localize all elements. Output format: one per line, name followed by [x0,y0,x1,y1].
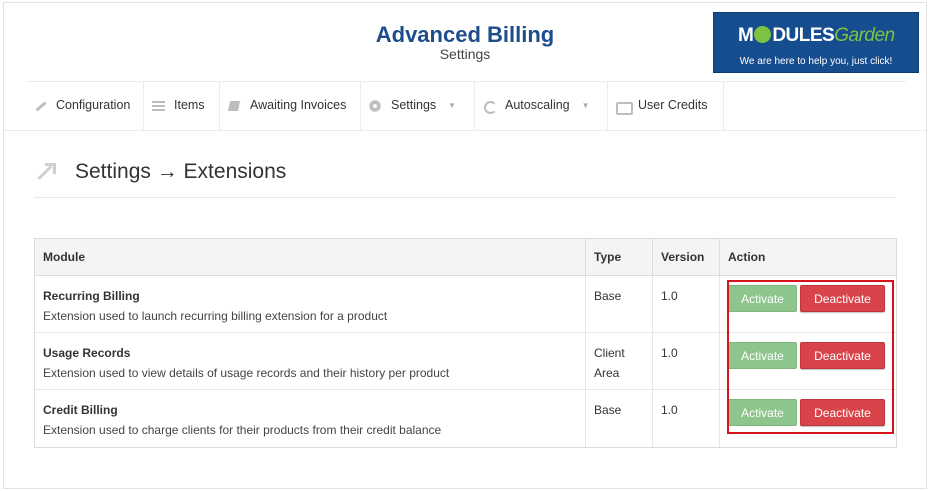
action-cell: Activate Deactivate [720,390,896,447]
table-header: Module Type Version Action [35,239,896,276]
nav-label: User Credits [638,98,708,112]
column-header-action: Action [728,250,766,264]
module-type: Client [594,346,625,360]
module-description: Extension used to charge clients for the… [43,423,442,437]
action-cell: Activate Deactivate [720,276,896,333]
money-icon [616,101,633,115]
action-cell: Activate Deactivate [720,333,896,390]
nav-item-items[interactable]: Items [144,82,220,130]
module-cell: Usage Records Extension used to view det… [35,333,586,390]
page-title: Settings → Extensions [75,160,287,183]
modulesgarden-logo[interactable]: M DULESGarden We are here to help you, ju… [713,12,919,73]
module-type: Base [594,403,622,417]
type-cell: Base [586,390,653,447]
table-row: Credit Billing Extension used to charge … [35,390,896,447]
module-type-line2: Area [594,366,620,380]
version-cell: 1.0 [653,276,720,333]
table-row: Usage Records Extension used to view det… [35,333,896,390]
nav-item-autoscaling[interactable]: Autoscaling ▼ [475,82,608,130]
page-heading: Settings → Extensions [34,158,896,198]
book-icon [228,101,241,111]
deactivate-button[interactable]: Deactivate [800,285,885,312]
chevron-down-icon: ▼ [581,100,590,110]
gear-icon [369,100,382,111]
column-header-type: Type [586,239,653,275]
extensions-table: Module Type Version Action Recurring Bil… [34,238,897,448]
nav-label: Awaiting Invoices [250,98,347,112]
module-version: 1.0 [661,403,678,417]
nav-label: Configuration [56,98,131,112]
divider [4,130,926,131]
main-nav: Configuration Items Awaiting Invoices Se… [26,81,906,130]
type-cell: Client Area [586,333,653,390]
activate-button[interactable]: Activate [728,399,797,426]
module-cell: Credit Billing Extension used to charge … [35,390,586,447]
module-version: 1.0 [661,289,678,303]
activate-button[interactable]: Activate [728,285,797,312]
logo-globe-icon [754,26,772,43]
deactivate-button[interactable]: Deactivate [800,399,885,426]
module-type: Base [594,289,622,303]
module-name: Usage Records [43,346,131,360]
refresh-icon [483,100,497,114]
wrench-icon [34,101,47,111]
app-frame: Advanced Billing Settings M DULESGarden W… [3,2,927,489]
nav-item-configuration[interactable]: Configuration [26,82,144,130]
nav-item-user-credits[interactable]: User Credits [608,82,724,130]
list-icon [152,100,165,111]
module-name: Credit Billing [43,403,118,417]
chevron-down-icon: ▼ [448,100,457,110]
column-header-version: Version [653,239,720,275]
module-description: Extension used to launch recurring billi… [43,309,388,323]
column-header-module: Module [35,239,586,275]
nav-label: Settings [391,98,437,112]
logo-tagline: We are here to help you, just click! [739,56,893,67]
version-cell: 1.0 [653,390,720,447]
activate-button[interactable]: Activate [728,342,797,369]
nav-label: Autoscaling [505,98,570,112]
version-cell: 1.0 [653,333,720,390]
expand-icon [34,162,56,184]
nav-label: Items [174,98,205,112]
type-cell: Base [586,276,653,333]
header: Advanced Billing Settings M DULESGarden W… [4,3,926,81]
module-version: 1.0 [661,346,678,360]
module-name: Recurring Billing [43,289,140,303]
module-cell: Recurring Billing Extension used to laun… [35,276,586,333]
nav-item-settings[interactable]: Settings ▼ [361,82,475,130]
module-description: Extension used to view details of usage … [43,366,450,380]
logo-wordmark: M DULESGarden [738,25,895,46]
nav-item-awaiting-invoices[interactable]: Awaiting Invoices [220,82,361,130]
table-row: Recurring Billing Extension used to laun… [35,276,896,333]
deactivate-button[interactable]: Deactivate [800,342,885,369]
